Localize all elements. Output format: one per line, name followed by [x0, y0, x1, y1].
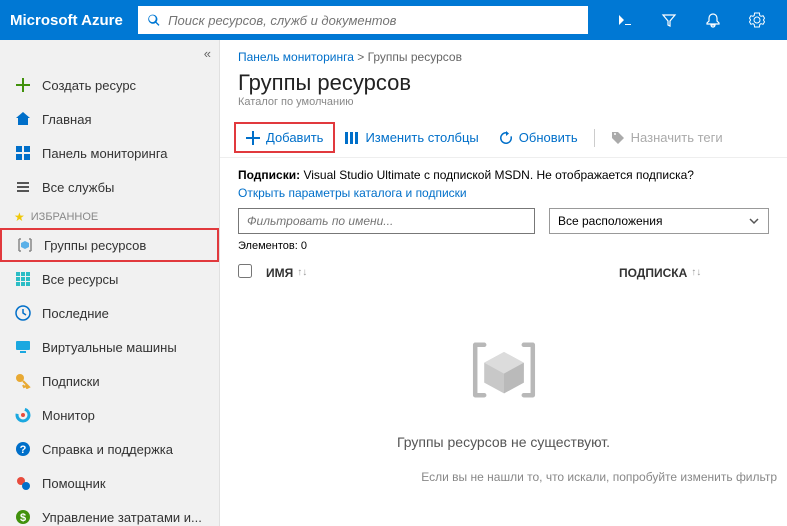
- select-all-checkbox[interactable]: [238, 264, 252, 278]
- cloud-shell-button[interactable]: [605, 0, 645, 40]
- sidebar-vms[interactable]: Виртуальные машины: [0, 330, 219, 364]
- cube-brackets-icon: [16, 236, 34, 254]
- page-title: Группы ресурсов: [220, 68, 787, 96]
- plus-icon: [246, 131, 260, 145]
- sidebar-label: Группы ресурсов: [44, 238, 146, 253]
- sidebar-recent[interactable]: Последние: [0, 296, 219, 330]
- sidebar-label: Помощник: [42, 476, 106, 491]
- home-icon: [14, 110, 32, 128]
- cost-icon: $: [14, 508, 32, 526]
- column-name[interactable]: имя ↑↓: [266, 264, 619, 281]
- refresh-button[interactable]: Обновить: [489, 124, 588, 151]
- sidebar-monitor[interactable]: Монитор: [0, 398, 219, 432]
- columns-icon: [345, 131, 359, 145]
- sidebar-advisor[interactable]: Помощник: [0, 466, 219, 500]
- vm-icon: [14, 338, 32, 356]
- sidebar-all-resources[interactable]: Все ресурсы: [0, 262, 219, 296]
- sidebar-label: Последние: [42, 306, 109, 321]
- breadcrumb-parent[interactable]: Панель мониторинга: [238, 50, 354, 64]
- sidebar-label: Все ресурсы: [42, 272, 118, 287]
- advisor-icon: [14, 474, 32, 492]
- tag-icon: [611, 131, 625, 145]
- favorites-header: ★ Избранное: [0, 204, 219, 228]
- plus-icon: [14, 76, 32, 94]
- chevron-down-icon: [748, 215, 760, 227]
- sidebar-label: Монитор: [42, 408, 95, 423]
- notifications-button[interactable]: [693, 0, 733, 40]
- sidebar-label: Все службы: [42, 180, 114, 195]
- page-subtitle: Каталог по умолчанию: [220, 96, 787, 118]
- svg-text:?: ?: [20, 444, 27, 456]
- element-count: Элементов: 0: [220, 238, 787, 260]
- key-icon: [14, 372, 32, 390]
- svg-text:$: $: [20, 512, 26, 524]
- search-input[interactable]: [168, 13, 579, 28]
- sort-icon: ↑↓: [691, 267, 701, 278]
- sort-icon: ↑↓: [297, 267, 307, 278]
- dashboard-icon: [14, 144, 32, 162]
- list-icon: [14, 178, 32, 196]
- sidebar-help[interactable]: ? Справка и поддержка: [0, 432, 219, 466]
- subscription-settings-link[interactable]: Открыть параметры каталога и подписки: [220, 186, 787, 208]
- empty-title: Группы ресурсов не существуют.: [240, 434, 767, 450]
- column-subscription[interactable]: подписка ↑↓: [619, 264, 769, 281]
- grid-icon: [14, 270, 32, 288]
- sidebar-label: Панель мониторинга: [42, 146, 168, 161]
- empty-hint: Если вы не нашли то, что искали, попробу…: [220, 470, 787, 484]
- star-icon: ★: [14, 210, 25, 224]
- location-filter-select[interactable]: Все расположения: [549, 208, 769, 234]
- sidebar-label: Главная: [42, 112, 91, 127]
- sidebar-cost[interactable]: $ Управление затратами и...: [0, 500, 219, 526]
- sidebar-home[interactable]: Главная: [0, 102, 219, 136]
- sidebar-label: Подписки: [42, 374, 100, 389]
- sidebar-create-resource[interactable]: Создать ресурс: [0, 68, 219, 102]
- filter-button[interactable]: [649, 0, 689, 40]
- sidebar-dashboard[interactable]: Панель мониторинга: [0, 136, 219, 170]
- search-icon: [147, 13, 160, 27]
- sidebar-label: Управление затратами и...: [42, 510, 202, 525]
- sidebar-label: Справка и поддержка: [42, 442, 173, 457]
- settings-button[interactable]: [737, 0, 777, 40]
- collapse-sidebar-button[interactable]: «: [204, 46, 211, 61]
- help-icon: ?: [14, 440, 32, 458]
- add-button[interactable]: Добавить: [234, 122, 335, 153]
- sidebar-label: Создать ресурс: [42, 78, 136, 93]
- table-header: имя ↑↓ подписка ↑↓: [220, 260, 787, 285]
- refresh-icon: [499, 131, 513, 145]
- sidebar-subscriptions[interactable]: Подписки: [0, 364, 219, 398]
- assign-tags-button: Назначить теги: [601, 124, 733, 151]
- empty-cube-icon: [240, 325, 767, 420]
- sidebar-all-services[interactable]: Все службы: [0, 170, 219, 204]
- edit-columns-button[interactable]: Изменить столбцы: [335, 124, 488, 151]
- subscription-info: Подписки: Visual Studio Ultimate с подпи…: [220, 158, 787, 186]
- sidebar: « Создать ресурс Главная Панель монитори…: [0, 40, 220, 526]
- sidebar-label: Виртуальные машины: [42, 340, 177, 355]
- monitor-icon: [14, 406, 32, 424]
- breadcrumb-current: Группы ресурсов: [368, 50, 462, 64]
- name-filter-input[interactable]: [238, 208, 535, 234]
- sidebar-resource-groups[interactable]: Группы ресурсов: [0, 228, 219, 262]
- breadcrumb: Панель мониторинга > Группы ресурсов: [220, 40, 787, 68]
- global-search[interactable]: [138, 6, 588, 34]
- azure-logo: Microsoft Azure: [10, 12, 123, 29]
- empty-state: Группы ресурсов не существуют.: [220, 285, 787, 470]
- clock-icon: [14, 304, 32, 322]
